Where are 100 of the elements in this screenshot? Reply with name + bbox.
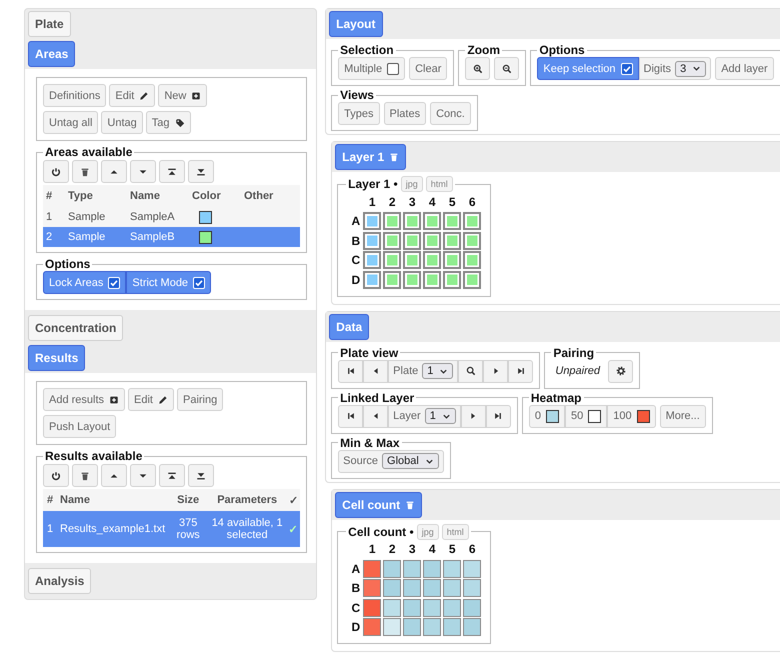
plate-well[interactable] xyxy=(383,560,402,578)
export-button[interactable]: html xyxy=(426,176,453,192)
plate-well[interactable] xyxy=(363,232,382,250)
button[interactable]: Definitions xyxy=(43,84,106,107)
button[interactable]: New xyxy=(158,84,208,107)
search-button[interactable] xyxy=(458,360,484,382)
delete-button[interactable] xyxy=(72,464,98,487)
plate-well[interactable] xyxy=(463,270,482,289)
toggle-button[interactable]: Lock Areas xyxy=(43,271,126,294)
last-button[interactable] xyxy=(508,360,534,382)
plate-well[interactable] xyxy=(383,212,402,230)
refresh-button[interactable] xyxy=(43,464,69,487)
button[interactable]: Untag xyxy=(101,111,143,134)
plate-well[interactable] xyxy=(443,232,462,250)
first-button[interactable] xyxy=(338,404,364,428)
plate-well[interactable] xyxy=(423,270,442,289)
color-stop-button[interactable]: 100 xyxy=(607,404,656,428)
color-stop-button[interactable]: 50 xyxy=(564,404,608,428)
plate-well[interactable] xyxy=(443,270,462,289)
plate-well[interactable] xyxy=(463,560,482,578)
plate-well[interactable] xyxy=(403,560,422,578)
plate-well[interactable] xyxy=(403,232,422,250)
button[interactable]: Edit xyxy=(128,388,174,411)
plate-well[interactable] xyxy=(463,598,482,617)
plate-well[interactable] xyxy=(423,618,442,636)
plate-well[interactable] xyxy=(363,270,382,289)
plate-well[interactable] xyxy=(423,212,442,230)
delete-button[interactable] xyxy=(72,160,98,183)
move-top-button[interactable] xyxy=(159,160,185,183)
move-bottom-button[interactable] xyxy=(188,160,214,183)
plate-well[interactable] xyxy=(383,270,402,289)
dropdown[interactable]: Global xyxy=(382,453,439,469)
plate-well[interactable] xyxy=(383,598,402,617)
section-tab[interactable]: Layer 1 xyxy=(335,144,406,170)
last-button[interactable] xyxy=(486,404,511,428)
toggle-button[interactable]: Multiple xyxy=(338,57,406,80)
plate-well[interactable] xyxy=(363,212,382,230)
zoom-in-button[interactable] xyxy=(465,57,490,80)
plate-well[interactable] xyxy=(463,579,482,598)
plate-well[interactable] xyxy=(383,618,402,636)
plate-well[interactable] xyxy=(443,560,462,578)
dropdown[interactable]: 1 xyxy=(424,408,456,424)
button[interactable]: Clear xyxy=(409,57,448,80)
section-tab[interactable]: Cell count xyxy=(335,492,422,518)
plate-well[interactable] xyxy=(463,212,482,230)
plate-well[interactable] xyxy=(423,560,442,578)
plate-well[interactable] xyxy=(363,579,382,598)
plate-well[interactable] xyxy=(423,598,442,617)
button[interactable]: Types xyxy=(338,102,380,125)
button[interactable]: Tag xyxy=(146,111,191,134)
section-tab[interactable]: Data xyxy=(329,314,370,340)
color-stop-button[interactable]: 0 xyxy=(528,404,565,428)
plate-well[interactable] xyxy=(363,598,382,617)
plate-well[interactable] xyxy=(443,579,462,598)
plate-well[interactable] xyxy=(403,251,422,270)
plate-well[interactable] xyxy=(423,251,442,270)
plate-well[interactable] xyxy=(363,251,382,270)
button[interactable]: Pairing xyxy=(177,388,224,411)
button[interactable]: Conc. xyxy=(430,102,471,125)
section-tab[interactable]: Concentration xyxy=(28,315,124,341)
button[interactable]: Untag all xyxy=(43,111,98,134)
plate-well[interactable] xyxy=(423,232,442,250)
section-tab[interactable]: Analysis xyxy=(28,568,92,594)
section-tab[interactable]: Plate xyxy=(28,11,71,37)
plate-well[interactable] xyxy=(403,270,422,289)
table-row[interactable]: 2 Sample SampleB xyxy=(43,227,300,247)
plate-well[interactable] xyxy=(463,232,482,250)
button[interactable]: More... xyxy=(660,404,706,428)
plate-well[interactable] xyxy=(383,232,402,250)
plate-well[interactable] xyxy=(463,618,482,636)
plate-well[interactable] xyxy=(403,618,422,636)
plate-well[interactable] xyxy=(443,212,462,230)
section-tab[interactable]: Results xyxy=(28,345,86,371)
zoom-out-button[interactable] xyxy=(494,57,520,80)
export-button[interactable]: jpg xyxy=(400,176,423,192)
plate-well[interactable] xyxy=(403,598,422,617)
checkbox[interactable] xyxy=(387,62,400,74)
toggle-button[interactable]: Keep selection xyxy=(537,57,639,80)
plate-well[interactable] xyxy=(383,579,402,598)
button[interactable]: Add results xyxy=(43,388,126,411)
plate-well[interactable] xyxy=(363,618,382,636)
section-tab[interactable]: Areas xyxy=(28,41,76,67)
section-tab[interactable]: Layout xyxy=(329,11,383,37)
plate-well[interactable] xyxy=(443,598,462,617)
plate-well[interactable] xyxy=(383,251,402,270)
export-button[interactable]: jpg xyxy=(416,524,439,540)
plate-well[interactable] xyxy=(443,618,462,636)
refresh-button[interactable] xyxy=(43,160,69,183)
toggle-button[interactable]: Strict Mode xyxy=(126,271,212,294)
plate-well[interactable] xyxy=(443,251,462,270)
button[interactable]: Edit xyxy=(109,84,156,107)
settings-button[interactable] xyxy=(608,360,634,382)
plate-well[interactable] xyxy=(463,251,482,270)
button[interactable]: Push Layout xyxy=(43,415,116,438)
move-bottom-button[interactable] xyxy=(188,464,214,487)
dropdown[interactable]: 1 xyxy=(422,363,454,379)
button[interactable]: Add layer xyxy=(715,57,774,80)
move-top-button[interactable] xyxy=(159,464,185,487)
plate-well[interactable] xyxy=(403,579,422,598)
button[interactable]: Plates xyxy=(384,102,426,125)
